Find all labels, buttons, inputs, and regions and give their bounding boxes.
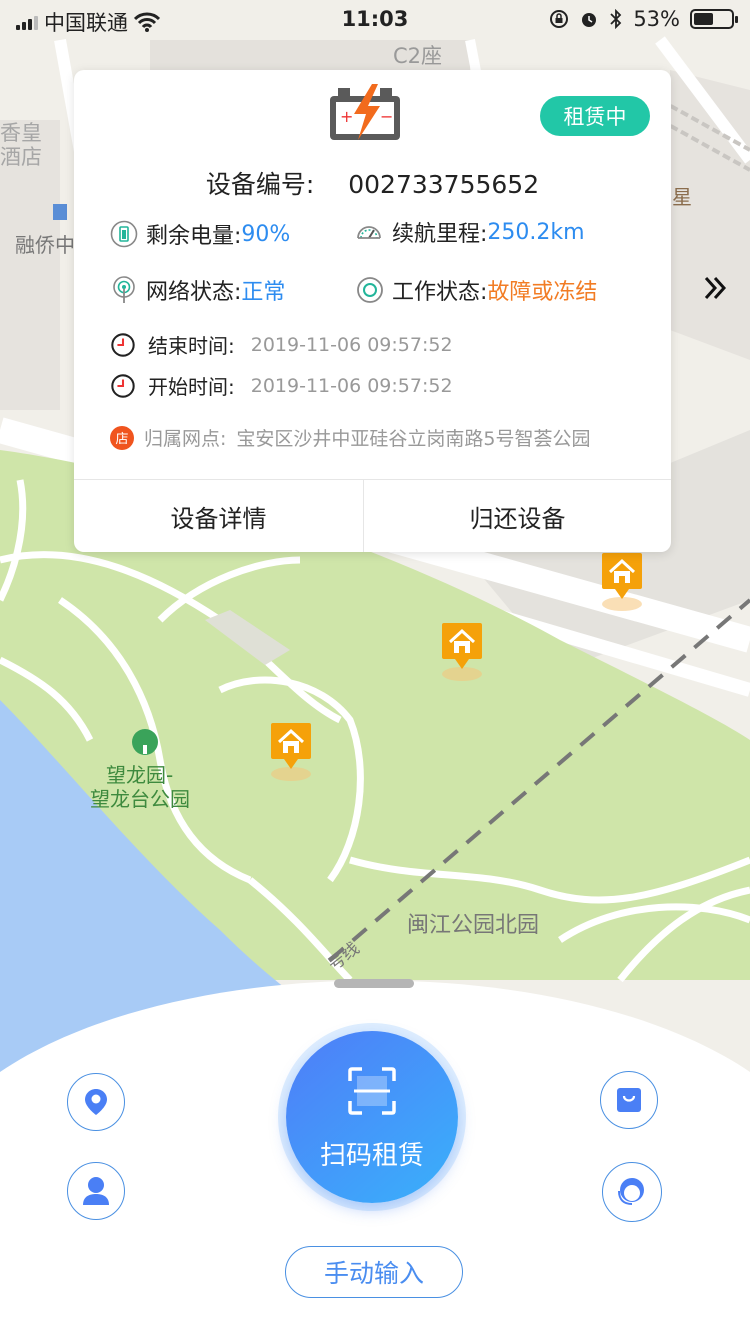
map-label-park-2: 望龙台公园	[90, 787, 190, 811]
svg-text:+: +	[340, 107, 353, 126]
battery-value: 90%	[241, 221, 291, 247]
device-detail-button[interactable]: 设备详情	[74, 480, 363, 552]
network-signal-icon	[113, 276, 135, 303]
start-time-row: 开始时间: 2019-11-06 09:57:52	[110, 371, 453, 400]
location-icon	[85, 1089, 107, 1115]
map-label-xing: 星	[672, 185, 692, 209]
clock-icon	[111, 373, 135, 398]
work-status-icon	[357, 277, 383, 303]
battery-percent: 53%	[633, 7, 680, 31]
work-status-value: 故障或冻结	[487, 280, 598, 305]
store-house-pin-icon[interactable]	[601, 552, 643, 614]
store-icon: 店	[110, 425, 134, 450]
network-row: 网络状态: 正常	[110, 274, 285, 306]
store-label: 归属网点:	[144, 428, 227, 450]
shopping-bag-icon	[617, 1088, 641, 1112]
map-label-park-north: 闽江公园北园	[407, 913, 539, 938]
battery-icon	[690, 9, 738, 29]
map-label-park-1: 望龙园-	[106, 763, 173, 787]
scan-rent-button[interactable]: 扫码租赁	[286, 1031, 458, 1203]
status-bar: 中国联通 11:03 53%	[0, 0, 750, 40]
map-label-c2: C2座	[393, 44, 442, 68]
work-status-row: 工作状态: 故障或冻结	[356, 274, 597, 306]
store-house-pin-icon[interactable]	[270, 722, 312, 784]
device-id-row: 设备编号: 002733755652	[74, 165, 671, 201]
map-label-rongqiao: 融侨中	[15, 233, 75, 257]
range-row: 续航里程: 250.2km	[354, 216, 585, 248]
speedometer-icon	[357, 226, 381, 239]
battery-level-icon	[110, 220, 138, 248]
rotation-lock-icon	[550, 10, 569, 28]
device-id-value: 002733755652	[348, 170, 540, 199]
scan-rent-label: 扫码租赁	[319, 1141, 424, 1171]
user-icon	[83, 1177, 109, 1205]
end-time-row: 结束时间: 2019-11-06 09:57:52	[110, 330, 453, 359]
network-label: 网络状态:	[146, 280, 242, 305]
svg-text:−: −	[380, 107, 393, 126]
network-value: 正常	[241, 280, 286, 305]
battery-row: 剩余电量: 90%	[110, 218, 290, 250]
clock-icon	[111, 332, 135, 357]
manual-input-button[interactable]: 手动输入	[285, 1246, 463, 1298]
range-value: 250.2km	[487, 219, 585, 245]
rental-status-badge: 租赁中	[540, 96, 650, 136]
device-card: + − 租赁中 设备编号: 002733755652 剩余电量: 90% 续航里…	[74, 70, 671, 552]
double-chevron-right-icon[interactable]	[702, 272, 730, 304]
map-label-hotel-1: 香皇	[0, 121, 42, 145]
battery-label: 剩余电量:	[146, 224, 242, 249]
alarm-icon	[582, 13, 597, 27]
customer-service-icon	[618, 1178, 644, 1205]
map-label-hotel-2: 酒店	[0, 145, 42, 169]
end-time-label: 结束时间:	[148, 334, 235, 358]
store-row: 店 归属网点: 宝安区沙井中亚硅谷立岗南路5号智荟公园	[110, 424, 591, 451]
range-label: 续航里程:	[392, 222, 488, 247]
return-device-button[interactable]: 归还设备	[364, 480, 671, 552]
work-status-label: 工作状态:	[392, 280, 488, 305]
location-button[interactable]	[67, 1073, 125, 1131]
customer-service-button[interactable]	[602, 1162, 662, 1222]
scan-icon	[348, 1067, 396, 1115]
store-value: 宝安区沙井中亚硅谷立岗南路5号智荟公园	[236, 428, 591, 450]
drag-handle[interactable]	[334, 979, 414, 988]
bluetooth-icon	[610, 9, 622, 29]
end-time-value: 2019-11-06 09:57:52	[250, 333, 453, 356]
store-house-pin-icon[interactable]	[441, 622, 483, 684]
start-time-label: 开始时间:	[148, 375, 235, 399]
shop-button[interactable]	[600, 1071, 658, 1129]
battery-charging-icon: + −	[330, 84, 400, 140]
start-time-value: 2019-11-06 09:57:52	[250, 374, 453, 397]
user-button[interactable]	[67, 1162, 125, 1220]
device-id-label: 设备编号:	[205, 170, 315, 199]
